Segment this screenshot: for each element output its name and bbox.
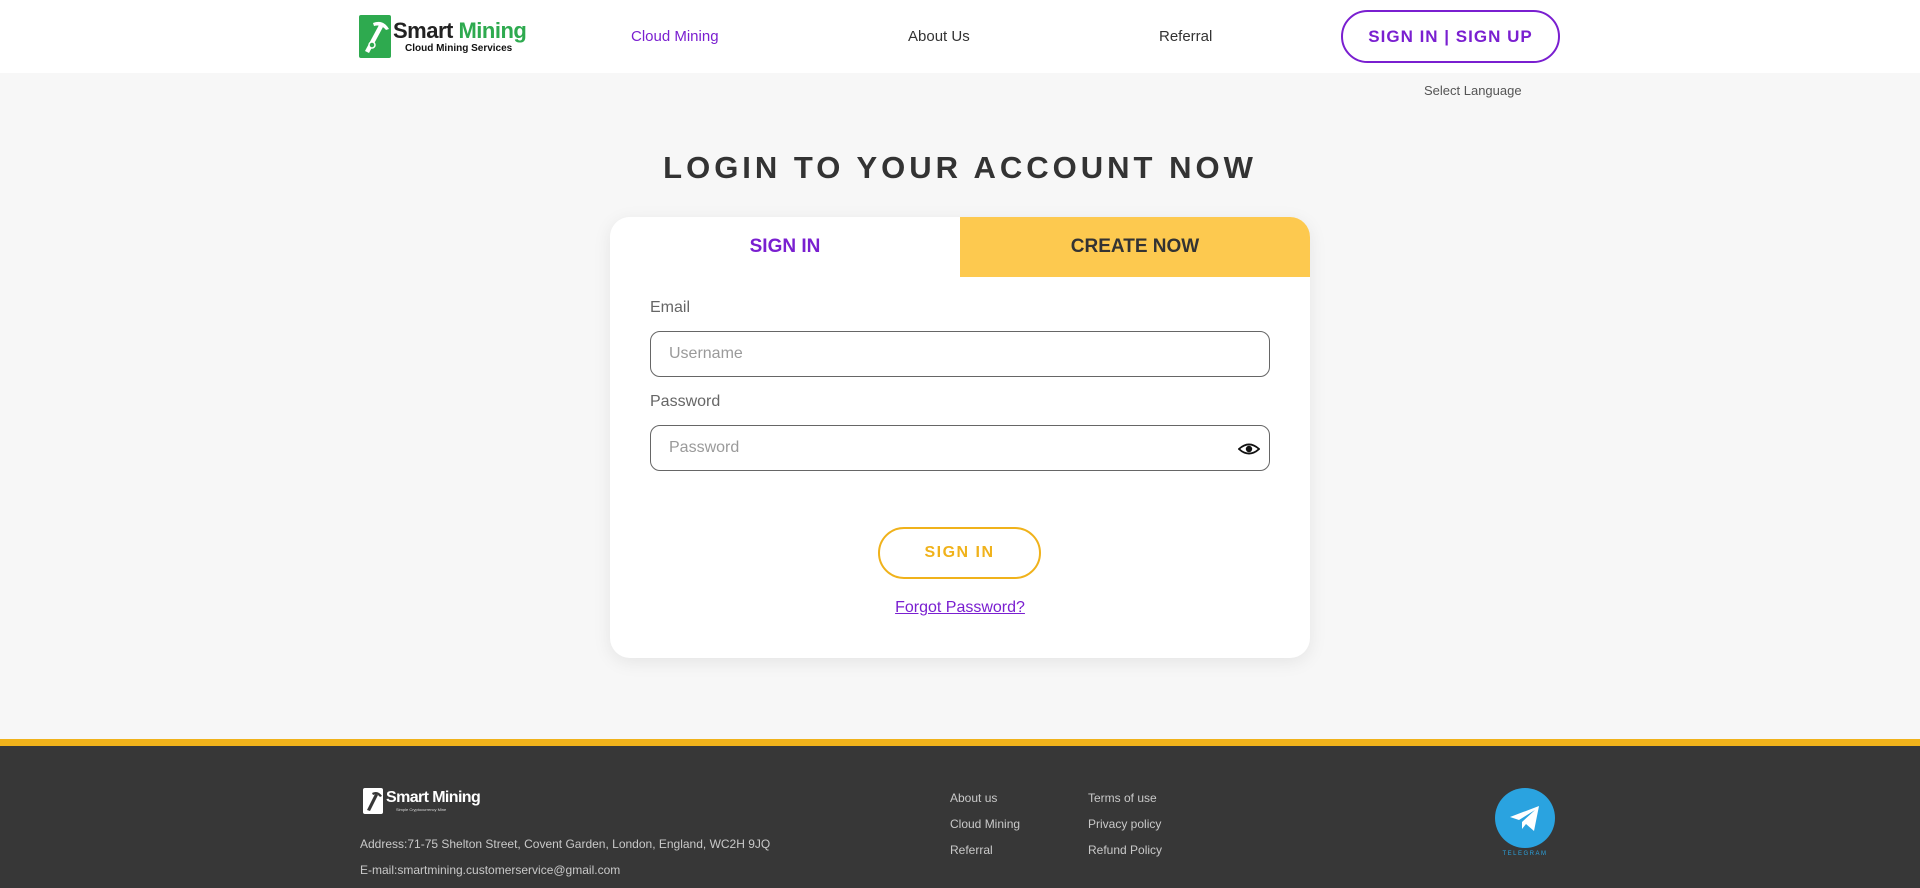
footer-email: E-mail:smartmining.customerservice@gmail… bbox=[360, 863, 621, 877]
nav-about-us[interactable]: About Us bbox=[908, 28, 970, 45]
nav-referral[interactable]: Referral bbox=[1159, 28, 1212, 45]
page-title: LOGIN TO YOUR ACCOUNT NOW bbox=[663, 150, 1257, 185]
password-field-wrapper bbox=[650, 425, 1270, 471]
footer-logo-title: Smart Mining bbox=[386, 789, 481, 806]
eye-icon[interactable] bbox=[1237, 438, 1261, 460]
login-card: SIGN IN CREATE NOW Email Password SIGN I… bbox=[610, 217, 1310, 658]
sign-in-submit-button[interactable]: SIGN IN bbox=[878, 527, 1041, 579]
site-footer: Smart Mining Simple Cryptocurrency Mine … bbox=[0, 746, 1920, 888]
logo-title: Smart Mining bbox=[393, 17, 527, 43]
email-field-wrapper bbox=[650, 331, 1270, 377]
footer-logo-subtitle: Simple Cryptocurrency Mine bbox=[396, 807, 447, 812]
telegram-label: TELEGRAM bbox=[1502, 851, 1548, 857]
pickaxe-logo-icon bbox=[359, 15, 391, 58]
footer-divider bbox=[0, 739, 1920, 746]
pickaxe-logo-icon bbox=[363, 788, 383, 814]
tab-create-now[interactable]: CREATE NOW bbox=[960, 217, 1310, 277]
nav-cloud-mining[interactable]: Cloud Mining bbox=[631, 28, 719, 45]
footer-address: Address:71-75 Shelton Street, Covent Gar… bbox=[360, 837, 771, 851]
footer-link-refund[interactable]: Refund Policy bbox=[1088, 843, 1162, 857]
footer-link-referral[interactable]: Referral bbox=[950, 843, 993, 857]
telegram-icon[interactable] bbox=[1495, 788, 1555, 848]
footer-link-privacy[interactable]: Privacy policy bbox=[1088, 817, 1161, 831]
footer-logo[interactable]: Smart Mining Simple Cryptocurrency Mine bbox=[363, 788, 481, 814]
site-header: Smart Mining Cloud Mining Services Cloud… bbox=[0, 0, 1920, 73]
tab-sign-in[interactable]: SIGN IN bbox=[610, 217, 960, 277]
footer-link-about-us[interactable]: About us bbox=[950, 791, 997, 805]
forgot-password-link[interactable]: Forgot Password? bbox=[610, 599, 1310, 617]
footer-link-cloud-mining[interactable]: Cloud Mining bbox=[950, 817, 1020, 831]
footer-link-terms[interactable]: Terms of use bbox=[1088, 791, 1157, 805]
site-logo[interactable]: Smart Mining Cloud Mining Services bbox=[359, 15, 527, 58]
email-field[interactable] bbox=[651, 332, 1269, 376]
sign-in-sign-up-button[interactable]: SIGN IN | SIGN UP bbox=[1341, 10, 1560, 63]
password-label: Password bbox=[650, 393, 721, 410]
password-field[interactable] bbox=[651, 426, 1269, 470]
email-label: Email bbox=[650, 299, 691, 316]
logo-subtitle: Cloud Mining Services bbox=[405, 42, 513, 54]
language-selector[interactable]: Select Language bbox=[1424, 83, 1522, 98]
